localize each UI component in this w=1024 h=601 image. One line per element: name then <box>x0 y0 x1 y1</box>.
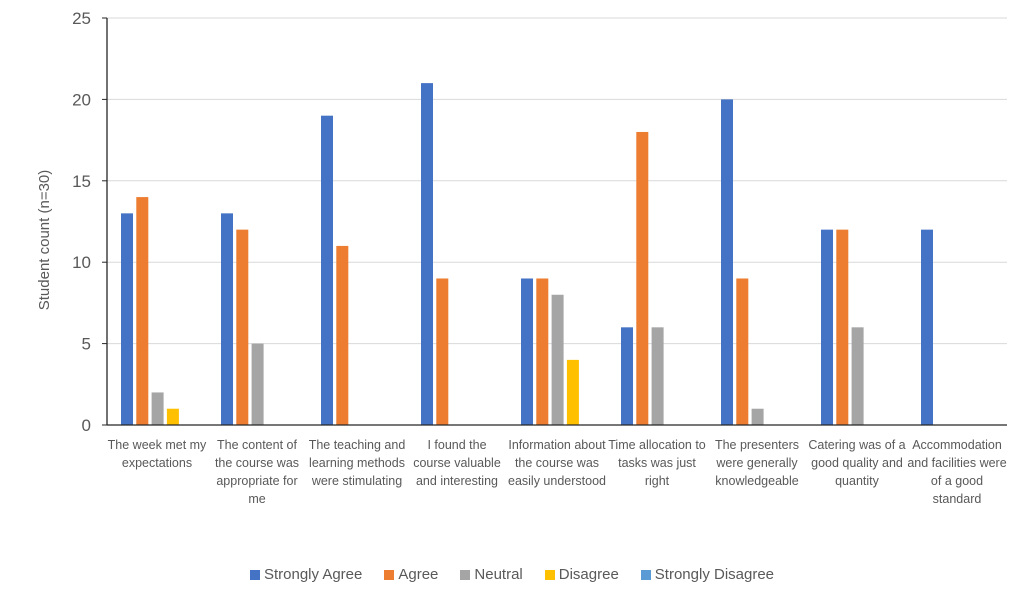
legend-item: Disagree <box>544 566 619 583</box>
bar-strongly-agree <box>821 229 833 425</box>
legend-label: Neutral <box>474 566 523 583</box>
bar-agree <box>636 131 649 425</box>
y-tick-label: 25 <box>72 9 91 28</box>
x-category-label: Accommodation and facilities were of a g… <box>907 438 1007 506</box>
bar-disagree <box>566 359 579 425</box>
legend-swatch <box>460 569 471 580</box>
legend-swatch <box>249 569 260 580</box>
bar-strongly-agree <box>321 115 333 426</box>
x-category-label: The week met my expectations <box>107 438 207 470</box>
legend-item: Strongly Disagree <box>640 566 775 583</box>
bar-agree <box>136 197 149 425</box>
legend-swatch <box>640 569 651 580</box>
bar-neutral <box>551 294 564 425</box>
bar-neutral <box>251 343 264 425</box>
x-category-label: Time allocation to tasks was just right <box>608 438 706 488</box>
bar-disagree <box>166 408 179 425</box>
bar-neutral <box>651 327 664 425</box>
y-axis-label: Student count (n=30) <box>36 170 53 311</box>
legend-label: Strongly Disagree <box>654 566 775 583</box>
x-category-label: Information about the course was easily … <box>508 438 606 488</box>
legend-item: Neutral <box>460 566 523 583</box>
bar-neutral <box>851 327 864 425</box>
bar-neutral <box>151 392 164 425</box>
bar-agree <box>836 229 849 425</box>
bar-strongly-agree <box>621 327 633 425</box>
bar-agree <box>236 229 249 425</box>
bar-strongly-agree <box>921 229 933 425</box>
bar-agree <box>336 245 349 425</box>
legend-label: Agree <box>398 566 439 583</box>
y-tick-label: 10 <box>72 253 91 272</box>
bar-strongly-agree <box>221 213 233 425</box>
y-tick-label: 5 <box>82 335 91 354</box>
legend-swatch <box>544 569 555 580</box>
bar-agree <box>736 278 749 425</box>
legend-swatch <box>384 569 395 580</box>
x-category-label: Catering was of a good quality and quant… <box>808 438 906 488</box>
x-category-label: The presenters were generally knowledgea… <box>714 438 800 488</box>
legend-item: Strongly Agree <box>249 566 363 583</box>
legend-item: Agree <box>384 566 438 583</box>
bar-agree <box>536 278 549 425</box>
bar-neutral <box>751 408 764 425</box>
legend: Strongly Agree Agree Neutral Disagree Strong… <box>0 566 1024 583</box>
y-axis-ticks: 0 5 10 15 20 25 <box>72 9 107 435</box>
y-tick-label: 20 <box>72 90 91 109</box>
legend-label: Disagree <box>558 566 619 583</box>
legend-label: Strongly Agree <box>263 566 363 583</box>
bar-strongly-agree <box>121 213 133 425</box>
bar-strongly-agree <box>521 278 533 425</box>
bar-chart: 0 5 10 15 20 25 Student count (n=30) <box>36 9 1007 435</box>
y-tick-label: 0 <box>82 416 91 435</box>
y-tick-label: 15 <box>72 172 91 191</box>
bar-strongly-agree <box>721 99 733 426</box>
bar-agree <box>436 278 449 425</box>
bar-strongly-agree <box>421 83 433 426</box>
x-category-label: I found the course valuable and interest… <box>413 438 501 488</box>
bars <box>121 83 933 426</box>
x-category-label: The content of the course was appropriat… <box>214 438 300 506</box>
x-category-label: The teaching and learning methods were s… <box>308 438 406 488</box>
